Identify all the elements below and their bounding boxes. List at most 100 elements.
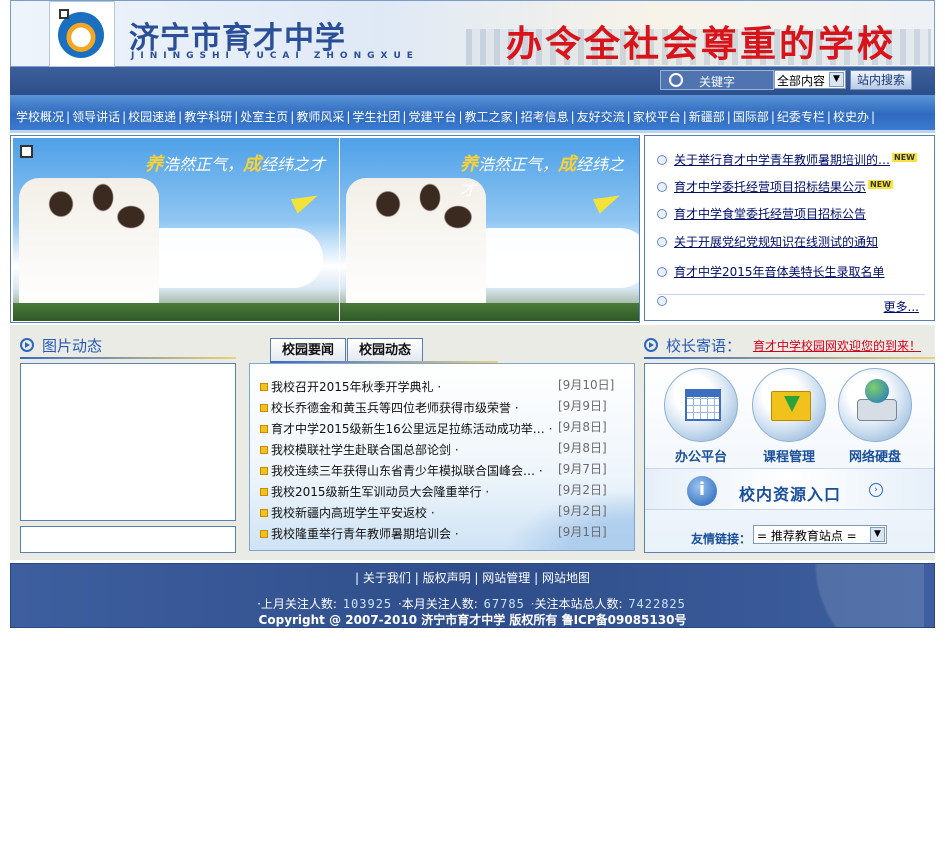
nav-item[interactable]: 国际部 — [733, 108, 777, 125]
banner-image-left: 养浩然正气，成经纬之才 — [13, 138, 339, 321]
news-row[interactable]: 我校召开2015年秋季开学典礼 · — [260, 378, 441, 395]
network-disk-label: 网络硬盘 — [848, 450, 901, 465]
bullet-icon — [657, 267, 667, 277]
site-header: 济宁市育才中学 JININGSHI YUCAI ZHONGXUE 办令全社会尊重… — [10, 0, 935, 67]
folder-download-icon — [771, 391, 811, 421]
news-row[interactable]: 我校连续三年获得山东省青少年模拟联合国峰会… · — [260, 462, 543, 479]
tab-campus-news[interactable]: 校园要闻 — [270, 338, 346, 362]
announcement-item[interactable]: 育才中学委托经营项目招标结果公示 NEW — [657, 178, 893, 195]
announcement-list: 关于举行育才中学青年教师暑期培训的… NEW 育才中学委托经营项目招标结果公示 NE… — [644, 135, 935, 321]
announcement-item[interactable]: 关于举行育才中学青年教师暑期培训的… NEW — [657, 151, 917, 168]
last-month-count: 103925 — [342, 597, 393, 611]
banner-image-right: 养浩然正气，成经纬之才 — [340, 138, 639, 321]
motto-char-b: 成 — [558, 154, 577, 175]
more-link[interactable]: 更多... — [884, 298, 919, 315]
nav-item[interactable]: 学生社团 — [352, 108, 408, 125]
nav-item[interactable]: 领导讲话 — [72, 108, 128, 125]
news-row[interactable]: 我校新疆内高班学生平安返校 · — [260, 504, 435, 521]
globe-icon — [865, 379, 889, 403]
office-platform-button[interactable]: 办公平台 — [661, 368, 741, 465]
nav-item[interactable]: 学校概况 — [16, 108, 72, 125]
banner-corner-icon — [20, 145, 33, 158]
nav-item[interactable]: 家校平台 — [633, 108, 689, 125]
footer-link-admin[interactable]: 网站管理 — [482, 571, 530, 585]
news-row[interactable]: 我校2015级新生军训动员大会隆重举行 · — [260, 483, 489, 500]
nav-item[interactable]: 校史办 — [833, 108, 877, 125]
photo-section-label: 图片动态 — [42, 337, 103, 355]
motto-char-b: 成 — [243, 154, 262, 175]
campus-ground — [340, 303, 639, 321]
square-bullet-icon — [260, 530, 268, 538]
nav-item[interactable]: 党建平台 — [408, 108, 464, 125]
office-platform-label: 办公平台 — [674, 450, 727, 465]
news-row[interactable]: 校长乔德金和黄玉兵等四位老师获得市级荣誉 · — [260, 399, 519, 416]
nav-item[interactable]: 校园速递 — [128, 108, 184, 125]
announcement-item[interactable]: 育才中学2015年音体美特长生录取名单 — [657, 263, 885, 280]
friend-links-select[interactable]: = 推荐教育站点 = ▼ — [753, 525, 887, 544]
nav-item[interactable]: 新疆部 — [689, 108, 733, 125]
bullet-icon — [657, 237, 667, 247]
square-bullet-icon — [260, 404, 268, 412]
square-bullet-icon — [260, 446, 268, 454]
course-management-button[interactable]: 课程管理 — [749, 368, 829, 465]
nav-item[interactable]: 招考信息 — [521, 108, 577, 125]
news-date: [9月10日] — [558, 378, 615, 392]
news-title: 我校隆重举行青年教师暑期培训会 · — [271, 527, 459, 541]
nav-item[interactable]: 纪委专栏 — [777, 108, 833, 125]
quick-tools: 办公平台 课程管理 网络硬盘 i 校内资源入口 › 友情链接： = 推荐教育站点… — [644, 363, 935, 553]
announcement-item[interactable]: 育才中学食堂委托经营项目招标公告 — [657, 205, 866, 222]
new-badge: NEW — [868, 180, 893, 189]
footer-link-about[interactable]: 关于我们 — [363, 571, 411, 585]
course-management-label: 课程管理 — [762, 450, 815, 465]
news-row[interactable]: 育才中学2015级新生16公里远足拉练活动成功举… · — [260, 420, 552, 437]
news-row[interactable]: 我校隆重举行青年教师暑期培训会 · — [260, 525, 459, 542]
news-title: 我校召开2015年秋季开学典礼 · — [271, 380, 442, 394]
announcement-title: 关于举行育才中学青年教师暑期培训的… — [674, 153, 891, 167]
news-date: [9月8日] — [558, 441, 607, 455]
motto-text-a: 浩然正气， — [478, 155, 559, 174]
news-row[interactable]: 我校模联社学生赴联合国总部论剑 · — [260, 441, 459, 458]
announcement-title: 育才中学委托经营项目招标结果公示 — [674, 180, 867, 194]
search-input[interactable]: 关键字 — [660, 70, 774, 90]
nav-item[interactable]: 教工之家 — [465, 108, 521, 125]
chevron-down-icon: ▼ — [870, 527, 885, 542]
site-footer: | 关于我们 | 版权声明 | 网站管理 | 网站地图 ·上月关注人数: 103… — [10, 563, 935, 628]
main-nav: 学校概况 领导讲话 校园速递 教学科研 处室主页 教师风采 学生社团 党建平台 … — [10, 95, 935, 133]
copyright-text: Copyright @ 2007-2010 济宁市育才中学 版权所有 鲁ICP备… — [258, 613, 687, 627]
announcement-item[interactable]: 关于开展党纪党规知识在线测试的通知 — [657, 233, 878, 250]
banner-motto: 养浩然正气，成经纬之才 — [460, 150, 639, 200]
resource-entry-label: 校内资源入口 — [739, 485, 842, 504]
tool-circle — [664, 368, 738, 442]
principal-section-title: 校长寄语： — [644, 335, 741, 356]
paper-plane-icon — [290, 188, 322, 214]
bullet-icon — [657, 155, 667, 165]
this-month-label: ·本月关注人数: — [397, 597, 478, 611]
announcement-title: 育才中学2015年音体美特长生录取名单 — [674, 265, 885, 279]
news-date: [9月2日] — [558, 483, 607, 497]
tab-campus-dynamics[interactable]: 校园动态 — [347, 338, 423, 362]
search-scope-value: 全部内容 — [777, 74, 826, 88]
nav-item[interactable]: 友好交流 — [577, 108, 633, 125]
square-bullet-icon — [260, 509, 268, 517]
campus-news-panel: 我校召开2015年秋季开学典礼 · [9月10日] 校长乔德金和黄玉兵等四位老师… — [249, 363, 635, 551]
header-slogan: 办令全社会尊重的学校 — [506, 23, 897, 65]
footer-link-sitemap[interactable]: 网站地图 — [542, 571, 590, 585]
search-scope-select[interactable]: 全部内容 ▼ — [774, 70, 846, 89]
principal-message[interactable]: 育才中学校园网欢迎您的到来！ — [753, 337, 921, 354]
school-logo[interactable] — [49, 1, 115, 67]
photo-gallery[interactable] — [20, 363, 236, 521]
arrow-circle-icon — [644, 338, 658, 352]
footer-link-copyright[interactable]: 版权声明 — [423, 571, 471, 585]
banner-slideshow[interactable]: 养浩然正气，成经纬之才 养浩然正气，成经纬之才 — [10, 135, 640, 323]
announcement-more-row: 更多... — [657, 294, 925, 314]
nav-item[interactable]: 处室主页 — [240, 108, 296, 125]
network-disk-button[interactable]: 网络硬盘 — [835, 368, 915, 465]
news-title: 育才中学2015级新生16公里远足拉练活动成功举… · — [271, 422, 553, 436]
resource-entry-button[interactable]: i 校内资源入口 › — [645, 468, 934, 510]
nav-item[interactable]: 教师风采 — [296, 108, 352, 125]
motto-char-a: 养 — [460, 154, 478, 175]
square-bullet-icon — [260, 383, 268, 391]
tool-circle — [752, 368, 826, 442]
search-button[interactable]: 站内搜索 — [850, 70, 912, 90]
nav-item[interactable]: 教学科研 — [184, 108, 240, 125]
